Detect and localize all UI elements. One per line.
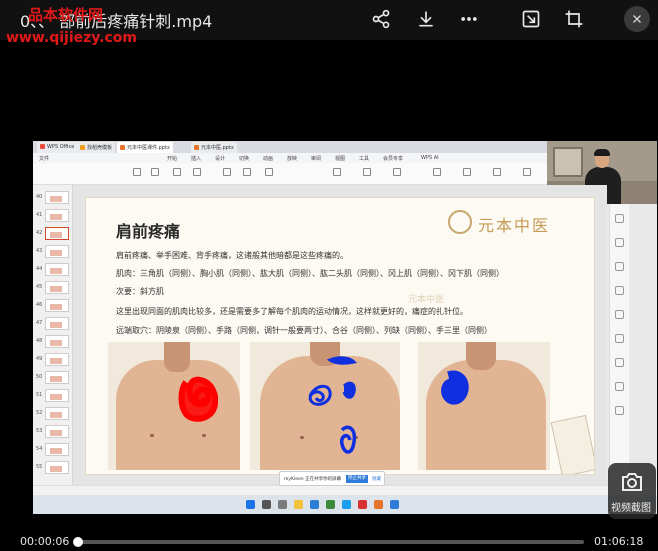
app-icon[interactable] xyxy=(326,500,335,509)
crop-icon xyxy=(565,10,583,28)
tool-button[interactable] xyxy=(615,334,624,343)
anatomy-photo-side xyxy=(250,342,400,470)
watermark-url: www.qijiezy.com xyxy=(6,30,137,46)
wps-status-bar xyxy=(33,485,657,495)
slide-thumbnails: 40 41 42 43 44 45 46 47 48 49 50 51 52 5… xyxy=(33,185,73,485)
red-marker-annotation xyxy=(178,376,218,422)
slide-logo: 元本中医 xyxy=(478,216,551,235)
share-button[interactable] xyxy=(368,6,394,32)
wps-right-toolbar xyxy=(609,204,629,484)
download-button[interactable] xyxy=(413,6,439,32)
video-screenshot-button[interactable]: 视频截图 xyxy=(608,463,656,519)
progress-track[interactable] xyxy=(76,540,584,544)
app-icon[interactable] xyxy=(390,500,399,509)
wps-tab: 元本中医.pptx xyxy=(191,142,237,153)
ppt-icon xyxy=(194,145,199,150)
stop-sharing-button[interactable]: 停止共享 xyxy=(346,475,368,483)
wps-menu: 文件 开始 插入 设计 切换 动画 放映 审阅 视图 工具 会员专享 WPS A… xyxy=(33,153,547,163)
tool-button[interactable] xyxy=(615,358,624,367)
wps-tab-bar: WPS Office 找稻壳模板 元本中医课件.pptx 元本中医.pptx xyxy=(33,141,547,153)
tool-button[interactable] xyxy=(615,382,624,391)
pip-icon xyxy=(522,10,540,28)
edge-icon[interactable] xyxy=(310,500,319,509)
screen-share-popup: myKleen 正在共享你的屏幕 停止共享 隐藏 xyxy=(279,471,385,486)
windows-start-icon[interactable] xyxy=(246,500,255,509)
wps-tab-active: 元本中医课件.pptx xyxy=(117,142,173,153)
blue-marker-annotation xyxy=(441,370,469,405)
blue-marker-annotation xyxy=(308,356,358,454)
tool-button[interactable] xyxy=(615,214,624,223)
current-time: 00:00:06 xyxy=(20,535,70,548)
watermark-name: 品本软件网 xyxy=(28,6,104,24)
slide-text-line: 肌肉：三角肌（同侧）、胸小肌（同侧）、肱大肌（同侧）、肱二头肌（同侧）、冈上肌（… xyxy=(116,269,504,278)
wps-tab: 找稻壳模板 xyxy=(77,142,116,153)
slide-text-line: 远端取穴：阴陵泉（同侧）、手路（同侧，调针一般要两寸）、合谷（同侧）、列缺（同侧… xyxy=(116,326,492,335)
wps-ribbon xyxy=(33,163,547,185)
ppt-icon[interactable] xyxy=(374,500,383,509)
close-icon xyxy=(633,15,641,23)
total-time: 01:06:18 xyxy=(594,535,644,548)
wps-icon[interactable] xyxy=(358,500,367,509)
slide-text-line: 肩前疼痛、举手困难、背手疼痛，这诸般其他暗都是这些疼痛的。 xyxy=(116,251,348,260)
logo-icon xyxy=(448,210,472,234)
tool-button[interactable] xyxy=(615,238,624,247)
share-icon xyxy=(372,9,390,29)
task-view-icon[interactable] xyxy=(278,500,287,509)
camera-icon xyxy=(622,473,642,491)
anatomy-photo-back xyxy=(418,342,550,470)
anatomy-photo-front xyxy=(108,342,240,470)
tool-button[interactable] xyxy=(615,406,624,415)
more-icon xyxy=(461,17,477,21)
hide-button[interactable]: 隐藏 xyxy=(372,476,381,482)
slide-text-line: 这里出现同面的肌肉比较多，还是需要多了解每个肌肉的运动情况，这样就更好的，痛症的… xyxy=(116,307,468,316)
wps-tab: WPS Office xyxy=(37,142,78,153)
search-icon[interactable] xyxy=(262,500,271,509)
chevron-right-icon[interactable] xyxy=(638,287,658,311)
video-frame[interactable]: WPS Office 找稻壳模板 元本中医课件.pptx 元本中医.pptx 文… xyxy=(33,141,657,514)
progress-handle[interactable] xyxy=(73,537,83,547)
template-icon xyxy=(80,145,85,150)
screenshot-label: 视频截图 xyxy=(611,503,651,514)
tool-button[interactable] xyxy=(615,262,624,271)
windows-taskbar xyxy=(33,495,657,514)
ppt-icon xyxy=(120,145,125,150)
slide-watermark: 元本中医 xyxy=(408,295,445,305)
download-icon xyxy=(419,11,433,27)
folder-icon[interactable] xyxy=(294,500,303,509)
popup-text: myKleen 正在共享你的屏幕 xyxy=(284,477,342,482)
pip-button[interactable] xyxy=(518,6,544,32)
crop-button[interactable] xyxy=(561,6,587,32)
slide-text-line: 次要：斜方肌 xyxy=(116,287,164,296)
tool-button[interactable] xyxy=(615,286,624,295)
tool-button[interactable] xyxy=(615,310,624,319)
slide: 肩前疼痛 元本中医 肩前疼痛、举手困难、背手疼痛，这诸般其他暗都是这些疼痛的。 … xyxy=(85,197,595,475)
more-button[interactable] xyxy=(456,6,482,32)
slide-title: 肩前疼痛 xyxy=(116,222,181,241)
wps-icon xyxy=(40,144,45,149)
app-icon[interactable] xyxy=(342,500,351,509)
close-button[interactable] xyxy=(624,6,650,32)
decorative-scroll xyxy=(550,414,594,474)
